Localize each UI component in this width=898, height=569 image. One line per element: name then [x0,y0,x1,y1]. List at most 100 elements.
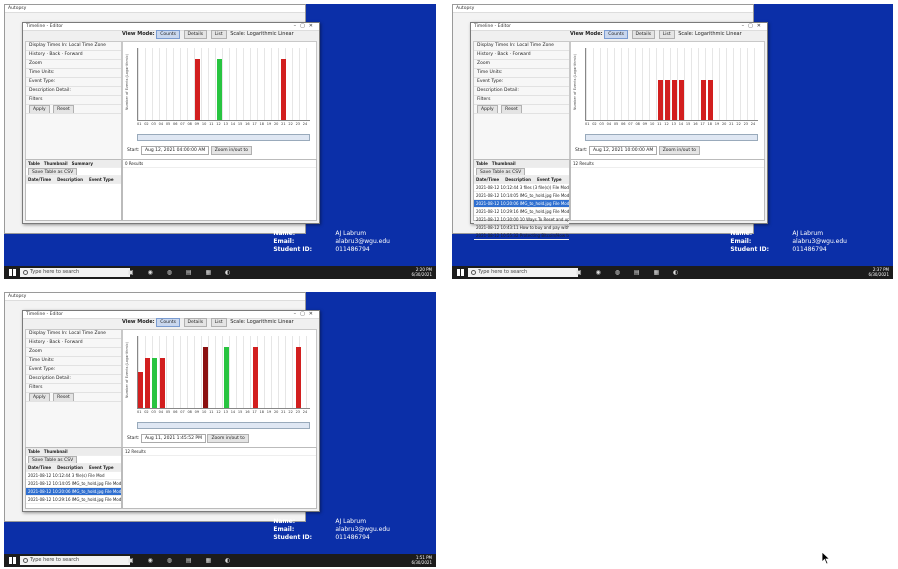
counts-button[interactable]: Counts [156,318,180,327]
filters-row[interactable]: Filters [26,96,121,105]
taskbar-app-icons[interactable]: ▣ ◉ ◍ ▤ ▦ ◐ [128,269,236,276]
history-row[interactable]: History · Back · Forward [26,51,121,60]
result-tab[interactable]: Thumbnail [492,161,516,166]
column-header[interactable]: Date/Time [28,177,51,182]
time-range-slider[interactable] [137,134,310,141]
table-row[interactable]: 2021-08-12 10:20:06 IMG_to_hold.jpg File… [26,488,121,496]
event-count-bar[interactable] [657,80,663,120]
taskbar-clock[interactable]: 2:37 PM 6/30/2021 [868,267,889,277]
table-row[interactable]: 2021-08-12 10:29:16 IMG_to_hold.jpg File… [474,208,569,216]
apply-button[interactable]: Apply [29,393,50,401]
zoom-row[interactable]: Zoom [26,60,121,69]
reset-button[interactable]: Reset [501,105,522,113]
time-range-slider[interactable] [585,134,758,141]
start-field[interactable]: Aug 11, 2021 1:45:52 PM [140,434,207,443]
reset-button[interactable]: Reset [53,393,74,401]
column-header[interactable]: Description [505,177,531,182]
taskbar-search[interactable]: Type here to search [20,556,130,565]
windows-start-icon[interactable] [9,557,16,564]
table-row[interactable]: 2021-08-12 10:30:00 10 Ways To Reset and… [474,216,569,224]
zoom-dropdown[interactable]: Zoom in/out to [658,146,701,155]
scale-linear-radio[interactable]: Linear [278,31,294,37]
start-field[interactable]: Aug 12, 2021 04:00:00 AM [140,146,210,155]
event-count-bar[interactable] [138,372,143,408]
taskbar-search[interactable]: Type here to search [468,268,578,277]
scale-linear-radio[interactable]: Linear [278,319,294,325]
details-button[interactable]: Details [631,30,656,39]
start-row: Start: Aug 12, 2021 10:00:00 AM Zoom in/… [571,146,764,155]
table-row[interactable]: 2021-08-12 10:14:05 IMG_to_hold.jpg File… [474,192,569,200]
details-button[interactable]: Details [183,318,208,327]
event-count-bar[interactable] [145,357,151,408]
reset-button[interactable]: Reset [53,105,74,113]
column-header[interactable]: Description [57,177,83,182]
event-count-bar[interactable] [216,58,222,120]
filters-row[interactable]: Filters [474,96,569,105]
start-field[interactable]: Aug 12, 2021 10:00:00 AM [588,146,658,155]
table-row[interactable]: 2021-08-12 10:14:05 IMG_to_hold.jpg File… [26,480,121,488]
event-count-bar[interactable] [195,58,201,120]
event-count-bar[interactable] [281,58,287,120]
result-tab[interactable]: Thumbnail [44,449,68,454]
list-button[interactable]: List [210,30,227,39]
scale-log-radio[interactable]: Logarithmic [695,31,725,37]
event-count-bar[interactable] [152,357,158,408]
result-tab[interactable]: Summary [72,161,93,166]
save-csv-button[interactable]: Save Table as CSV [476,168,526,175]
apply-button[interactable]: Apply [477,105,498,113]
scale-log-radio[interactable]: Logarithmic [247,319,277,325]
result-tab[interactable]: Table [28,449,40,454]
event-count-bar[interactable] [664,80,670,120]
column-header[interactable]: Event Type [537,177,562,182]
result-tab[interactable]: Table [28,161,40,166]
result-tab[interactable]: Table [476,161,488,166]
apply-button[interactable]: Apply [29,105,50,113]
column-header[interactable]: Date/Time [476,177,499,182]
taskbar-clock[interactable]: 1:51 PM 6/30/2021 [411,555,432,565]
event-count-bar[interactable] [672,80,677,120]
x-tick-label: 24 [302,122,308,126]
event-count-bar[interactable] [224,346,229,408]
table-row[interactable]: 2021-08-12 10:43:11 How to buy and pay w… [474,224,569,232]
windows-start-icon[interactable] [457,269,464,276]
windows-start-icon[interactable] [9,269,16,276]
list-button[interactable]: List [658,30,675,39]
zoom-row[interactable]: Zoom [474,60,569,69]
event-count-bar[interactable] [202,346,208,408]
table-row[interactable]: 2021-08-12 10:55:32 Protecting Bitcoin/H… [474,232,569,240]
zoom-dropdown[interactable]: Zoom in/out to [210,146,253,155]
history-row[interactable]: History · Back · Forward [26,339,121,348]
event-count-bar[interactable] [159,357,165,408]
zoom-dropdown[interactable]: Zoom in/out to [207,434,249,443]
table-row[interactable]: 2021-08-12 10:29:16 IMG_to_hold.jpg File… [26,496,121,504]
details-button[interactable]: Details [183,30,208,39]
event-count-bar[interactable] [700,80,706,120]
scale-linear-radio[interactable]: Linear [726,31,742,37]
save-csv-button[interactable]: Save Table as CSV [28,168,78,175]
counts-button[interactable]: Counts [604,30,628,39]
table-row[interactable]: 2021-08-12 10:20:06 IMG_to_hold.jpg File… [474,200,569,208]
column-header[interactable]: Event Type [89,465,114,470]
save-csv-button[interactable]: Save Table as CSV [28,456,78,463]
column-header[interactable]: Description [57,465,83,470]
result-tab[interactable]: Thumbnail [44,161,68,166]
scale-log-radio[interactable]: Logarithmic [247,31,277,37]
counts-button[interactable]: Counts [156,30,180,39]
table-row[interactable]: 2021-08-12 10:12:44 3 files (3 file(s)) … [474,184,569,192]
column-header[interactable]: Date/Time [28,465,51,470]
event-count-bar[interactable] [679,80,685,120]
taskbar-app-icons[interactable]: ▣ ◉ ◍ ▤ ▦ ◐ [128,557,236,564]
list-button[interactable]: List [210,318,227,327]
taskbar-search[interactable]: Type here to search [20,268,130,277]
event-count-bar[interactable] [295,346,301,408]
table-row[interactable]: 2021-08-12 10:12:44 3 file(s) File Mod [26,472,121,480]
zoom-row[interactable]: Zoom [26,348,121,357]
filters-row[interactable]: Filters [26,384,121,393]
event-count-bar[interactable] [252,346,258,408]
taskbar-app-icons[interactable]: ▣ ◉ ◍ ▤ ▦ ◐ [576,269,684,276]
taskbar-clock[interactable]: 2:20 PM 6/30/2021 [411,267,432,277]
event-count-bar[interactable] [707,80,713,120]
history-row[interactable]: History · Back · Forward [474,51,569,60]
time-range-slider[interactable] [137,422,310,429]
column-header[interactable]: Event Type [89,177,114,182]
